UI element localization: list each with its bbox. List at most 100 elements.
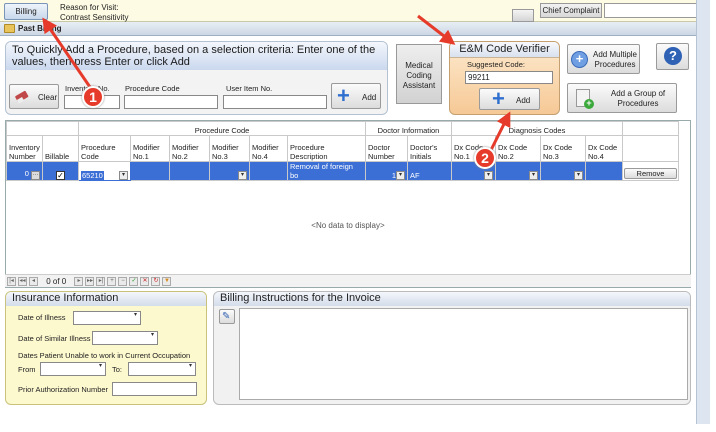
dates-unable-label: Dates Patient Unable to work in Current … (18, 351, 191, 360)
procedure-table: Procedure Code Doctor Information Diagno… (6, 121, 679, 181)
add-multiple-label: Add Multiple Procedures (592, 50, 638, 69)
refresh-icon[interactable]: ↻ (151, 277, 161, 286)
chevron-down-icon[interactable]: ▾ (148, 332, 157, 341)
user-item-input[interactable] (223, 95, 327, 109)
next-page-group-icon[interactable]: ▸▸ (85, 277, 95, 286)
chevron-down-icon[interactable]: ▾ (238, 171, 247, 180)
dx-4-cell[interactable] (585, 161, 623, 181)
date-of-illness-field[interactable]: ▾ (73, 311, 141, 325)
chevron-down-icon[interactable]: ▾ (186, 363, 195, 372)
clear-label: Clear (38, 93, 58, 102)
dx-2-cell[interactable]: ▾ (495, 161, 541, 181)
last-page-icon[interactable]: ▸| (96, 277, 106, 286)
filter-icon[interactable]: ▼ (162, 277, 172, 286)
col-header-dx-3[interactable]: Dx Code No.3 (540, 135, 586, 162)
prior-auth-label: Prior Authorization Number (18, 385, 109, 394)
chevron-down-icon[interactable]: ▾ (574, 171, 583, 180)
pager-status: 0 of 0 (46, 277, 67, 286)
col-header-billable[interactable]: Billable (42, 135, 79, 162)
billing-tab[interactable]: Billing (4, 3, 48, 20)
prev-page-icon[interactable]: ◂ (29, 277, 38, 286)
chief-complaint-input[interactable] (604, 3, 702, 18)
add-multiple-procedures-button[interactable]: + Add Multiple Procedures (567, 44, 640, 74)
col-header-dx-4[interactable]: Dx Code No.4 (585, 135, 623, 162)
confirm-icon[interactable]: ✓ (129, 277, 139, 286)
col-header-initials[interactable]: Doctor's Initials (407, 135, 452, 162)
procedure-code-label: Procedure Code (125, 84, 180, 93)
modifier-3-cell[interactable]: ▾ (209, 161, 250, 181)
green-plus-icon: + (584, 99, 594, 109)
modifier-1-cell[interactable] (130, 161, 170, 181)
col-header-description[interactable]: Procedure Description (287, 135, 366, 162)
next-page-icon[interactable]: ▸ (74, 277, 84, 286)
pen-icon: ✎ (222, 311, 231, 322)
medical-coding-assistant-button[interactable]: Medical Coding Assistant (396, 44, 442, 104)
chevron-down-icon[interactable]: ▾ (96, 363, 105, 372)
col-header-modifier-2[interactable]: Modifier No.2 (169, 135, 210, 162)
em-add-button[interactable]: + Add (479, 86, 540, 111)
edit-instructions-button[interactable]: ✎ (219, 309, 235, 324)
doctor-info-group-header: Doctor Information (365, 121, 452, 136)
remove-button[interactable]: Remove (624, 168, 677, 179)
billable-checkbox[interactable]: ✓ (56, 171, 65, 180)
table-row[interactable]: 0 ··· ✓ 65210 ▾ ▾ Removal of foreign bo 1… (6, 161, 679, 181)
delete-row-icon[interactable]: − (118, 277, 128, 286)
date-of-illness-label: Date of Illness (18, 313, 66, 322)
ellipsis-icon[interactable]: ··· (31, 171, 40, 180)
date-similar-illness-field[interactable]: ▾ (92, 331, 158, 345)
chevron-down-icon[interactable]: ▾ (484, 171, 493, 180)
em-verifier-title: E&M Code Verifier (450, 42, 559, 58)
procedure-code-cell[interactable]: 65210 ▾ (78, 161, 131, 181)
col-header-doctor-number[interactable]: Doctor Number (365, 135, 408, 162)
col-header-procedure-code[interactable]: Procedure Code (78, 135, 131, 162)
help-button[interactable]: ? (656, 43, 689, 70)
eraser-icon (15, 90, 29, 104)
suggested-code-input[interactable]: 99211 (465, 71, 553, 84)
cancel-icon[interactable]: ✕ (140, 277, 150, 286)
first-page-icon[interactable]: |◂ (7, 277, 16, 286)
description-cell[interactable]: Removal of foreign bo (287, 161, 366, 181)
help-icon: ? (664, 47, 682, 65)
right-scroll-strip[interactable] (696, 0, 710, 424)
quick-add-title: To Quickly Add a Procedure, based on a s… (6, 42, 387, 70)
add-row-icon[interactable]: + (107, 277, 117, 286)
prev-page-group-icon[interactable]: ◂◂ (18, 277, 27, 286)
chevron-down-icon[interactable]: ▾ (396, 171, 405, 180)
modifier-4-cell[interactable] (249, 161, 288, 181)
inventory-value: 0 (24, 169, 29, 178)
col-header-inventory[interactable]: Inventory Number (6, 135, 43, 162)
chevron-down-icon[interactable]: ▾ (131, 312, 140, 321)
grid-navigator: |◂ ◂◂ ◂ 0 of 0 ▸ ▸▸ ▸| + − ✓ ✕ ↻ ▼ (5, 274, 691, 287)
col-header-modifier-3[interactable]: Modifier No.3 (209, 135, 250, 162)
dx-3-cell[interactable]: ▾ (540, 161, 586, 181)
col-header-dx-2[interactable]: Dx Code No.2 (495, 135, 541, 162)
chief-complaint-button[interactable]: Chief Complaint (540, 3, 602, 18)
prior-auth-input[interactable] (112, 382, 197, 396)
initials-cell[interactable]: AF (407, 161, 452, 181)
chevron-down-icon[interactable]: ▾ (119, 171, 128, 180)
procedure-code-input[interactable] (124, 95, 218, 109)
col-header-modifier-1[interactable]: Modifier No.1 (130, 135, 170, 162)
from-label: From (18, 365, 36, 374)
doctor-number-value: 1 (391, 171, 396, 180)
to-date-field[interactable]: ▾ (128, 362, 196, 376)
past-billing-bar[interactable]: Past Billing (0, 22, 705, 36)
from-date-field[interactable]: ▾ (40, 362, 106, 376)
add-group-procedures-button[interactable]: + Add a Group of Procedures (567, 83, 677, 113)
top-toolbar-button[interactable] (512, 9, 534, 22)
modifier-2-cell[interactable] (169, 161, 210, 181)
doctor-number-cell[interactable]: 1 ▾ (365, 161, 408, 181)
clear-button[interactable]: Clear (9, 84, 59, 109)
chevron-down-icon[interactable]: ▾ (529, 171, 538, 180)
insurance-title: Insurance Information (6, 292, 206, 306)
billable-cell[interactable]: ✓ (42, 161, 79, 181)
quick-add-button[interactable]: + Add (331, 83, 381, 109)
quick-add-label: Add (362, 93, 377, 102)
procedure-code-group-header: Procedure Code (78, 121, 366, 136)
col-header-modifier-4[interactable]: Modifier No.4 (249, 135, 288, 162)
folder-icon (4, 24, 15, 33)
reason-for-visit: Reason for Visit: Contrast Sensitivity (60, 3, 128, 23)
callout-1: 1 (82, 86, 104, 108)
inventory-cell[interactable]: 0 ··· (6, 161, 43, 181)
billing-instructions-textarea[interactable] (239, 308, 688, 400)
